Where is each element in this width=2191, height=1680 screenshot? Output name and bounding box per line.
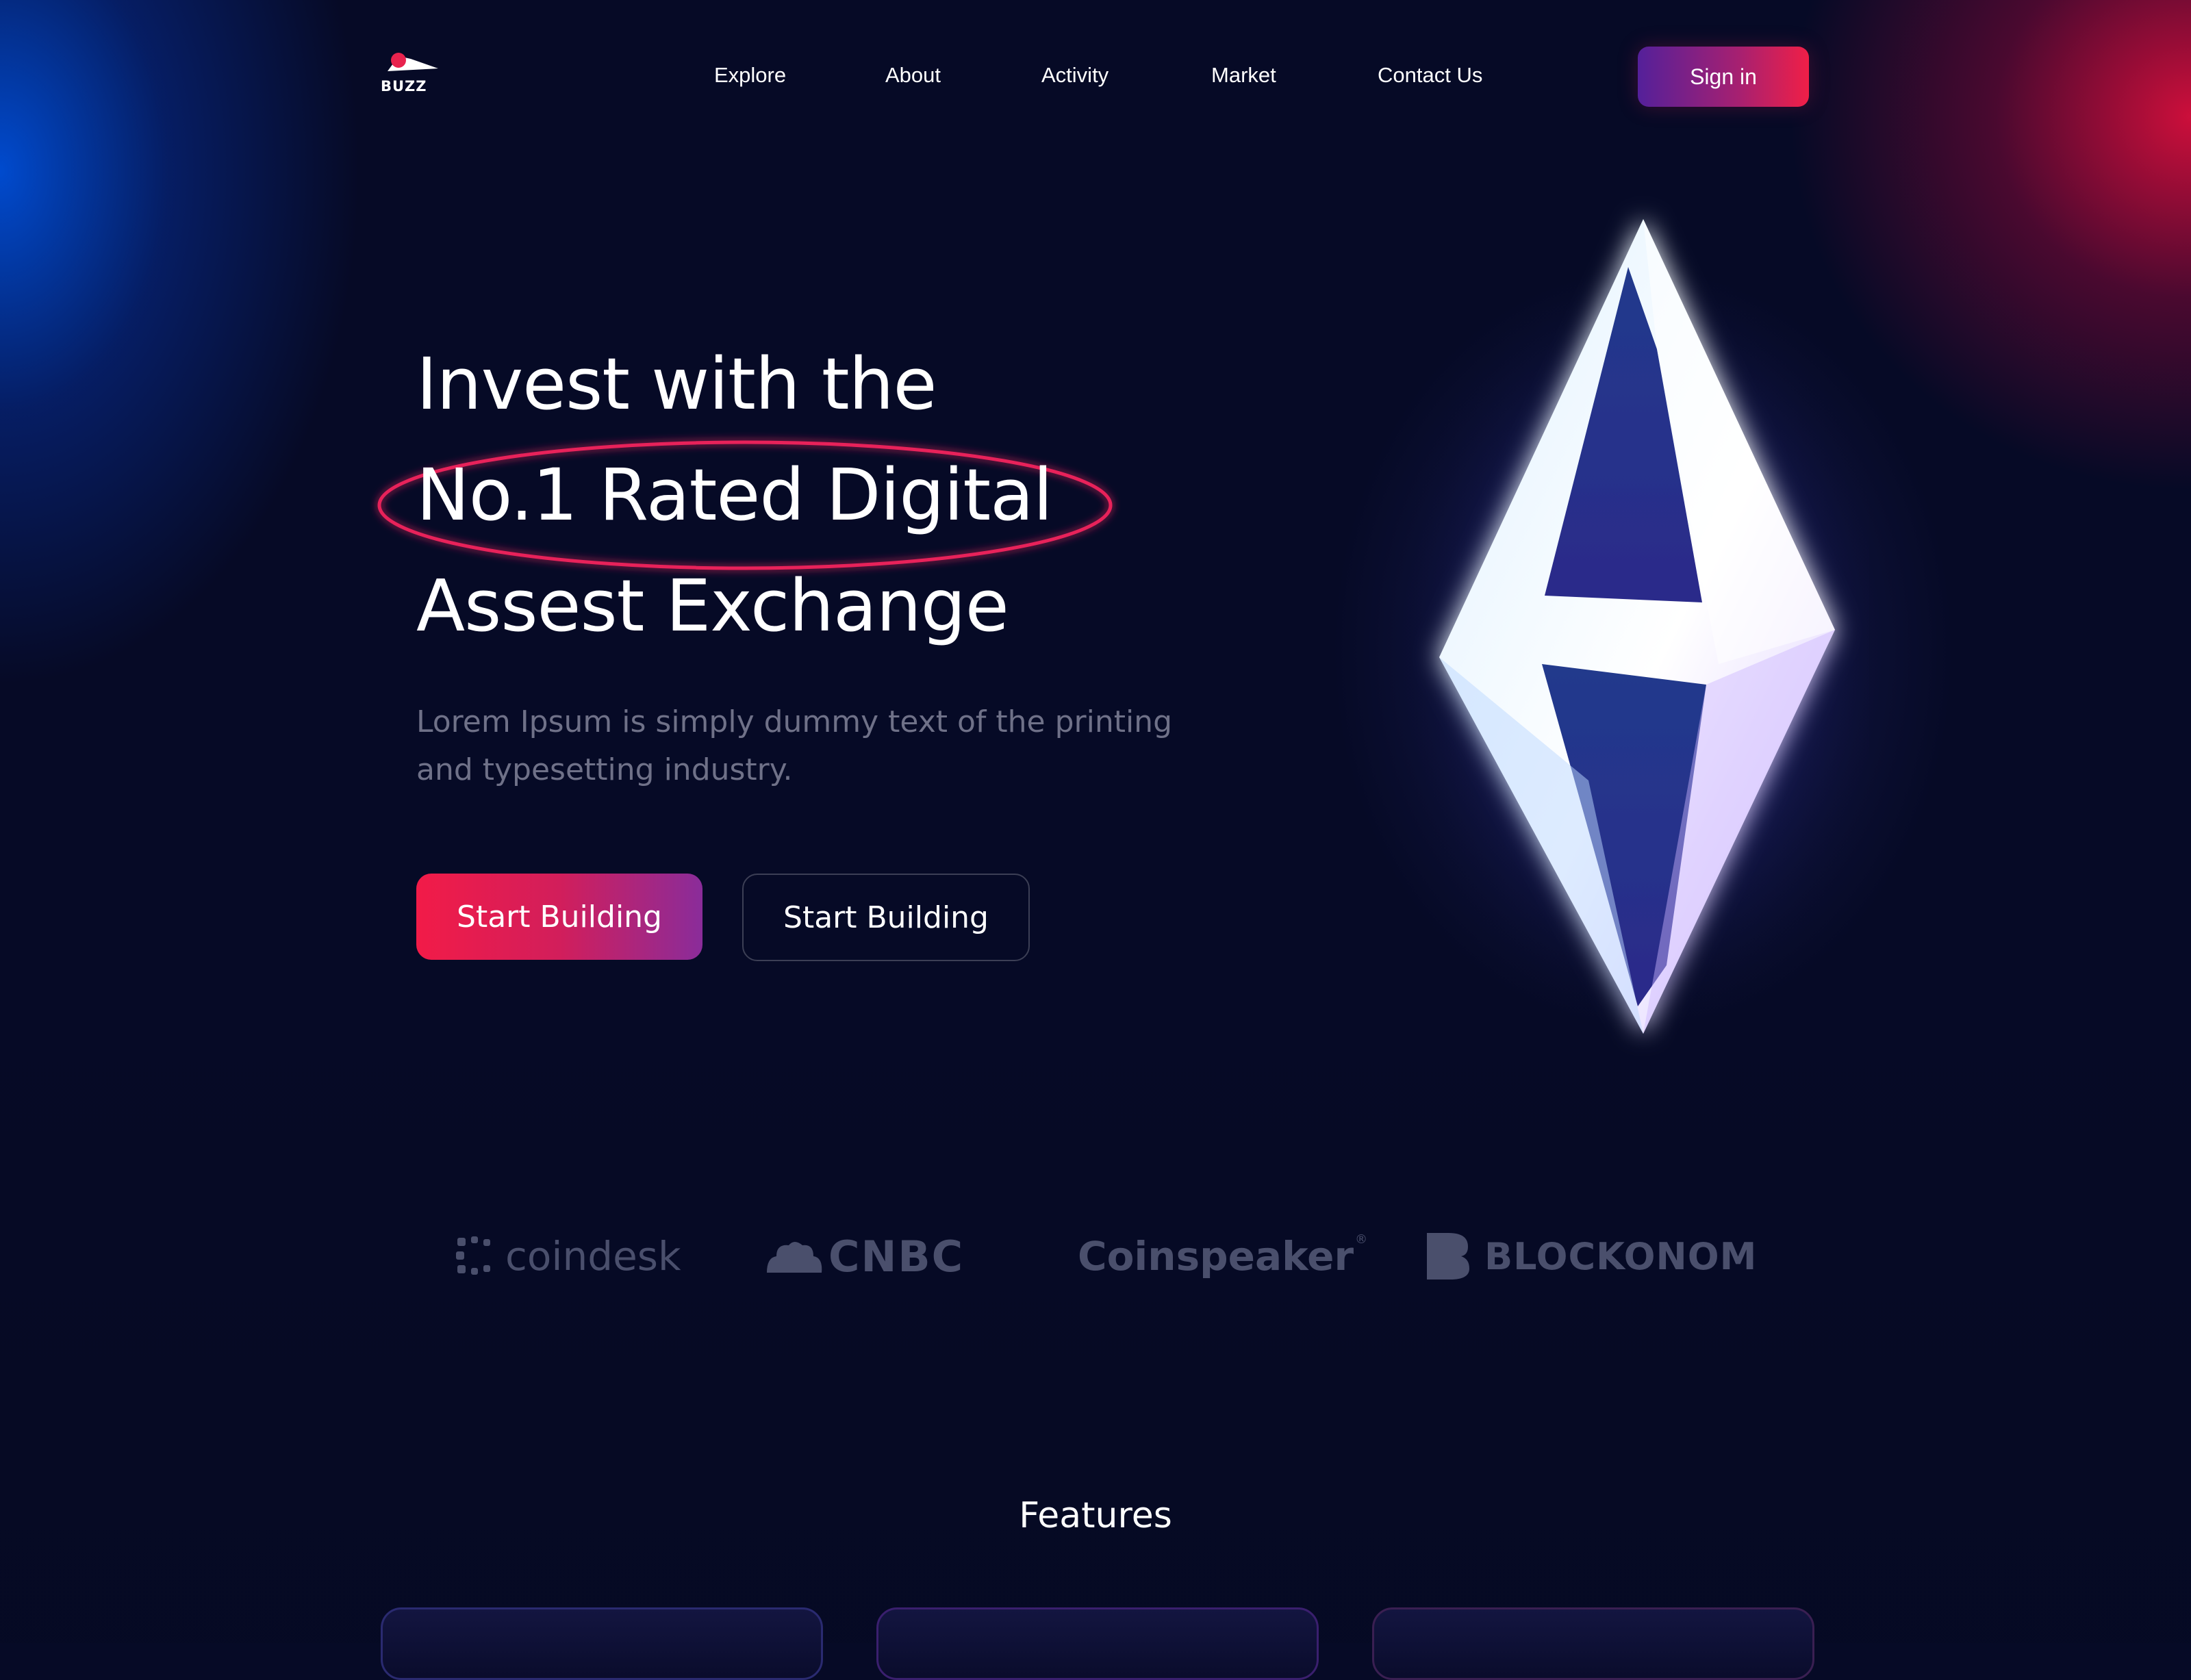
hero-title-line-3: Assest Exchange: [416, 564, 1009, 648]
hero-title-line-1: Invest with the: [416, 342, 937, 426]
crystal-logo-icon: [1383, 219, 1869, 1034]
start-building-button-secondary[interactable]: Start Building: [742, 874, 1030, 961]
blockonom-icon: [1427, 1233, 1469, 1280]
sign-in-button[interactable]: Sign in: [1638, 47, 1809, 107]
features-heading: Features: [1019, 1495, 1172, 1536]
start-building-button-primary[interactable]: Start Building: [416, 874, 702, 960]
cnbc-peacock-icon: [767, 1242, 822, 1273]
blockonom-label: BLOCKONOM: [1484, 1234, 1758, 1278]
press-logo-blockonom: BLOCKONOM: [1424, 1225, 1757, 1287]
registered-mark-icon: ®: [1355, 1232, 1368, 1247]
press-logo-coindesk: coindesk: [455, 1225, 681, 1287]
feature-card[interactable]: [876, 1607, 1319, 1680]
nav-item-market[interactable]: Market: [1211, 63, 1276, 88]
feature-card[interactable]: [381, 1607, 823, 1680]
coindesk-label: coindesk: [505, 1233, 681, 1280]
hero-subtitle-line-1: Lorem Ipsum is simply dummy text of the …: [416, 704, 1172, 739]
feature-card[interactable]: [1372, 1607, 1814, 1680]
hero-subtitle-line-2: and typesetting industry.: [416, 752, 793, 787]
press-logo-cnbc: CNBC: [764, 1225, 964, 1287]
nav-item-activity[interactable]: Activity: [1041, 63, 1109, 88]
press-logo-coinspeaker: Coinspeaker ®: [1078, 1225, 1367, 1287]
coindesk-icon: [456, 1236, 490, 1275]
nav-item-about[interactable]: About: [885, 63, 941, 88]
coinspeaker-label: Coinspeaker: [1078, 1233, 1354, 1280]
nav-item-contact-us[interactable]: Contact Us: [1378, 63, 1482, 88]
nav-item-explore[interactable]: Explore: [714, 63, 786, 88]
hero-subtitle: Lorem Ipsum is simply dummy text of the …: [416, 698, 1238, 794]
main-nav: Explore About Activity Market Contact Us: [0, 63, 2191, 90]
cnbc-label: CNBC: [828, 1231, 965, 1282]
hero-title-line-2: No.1 Rated Digital: [416, 453, 1053, 537]
